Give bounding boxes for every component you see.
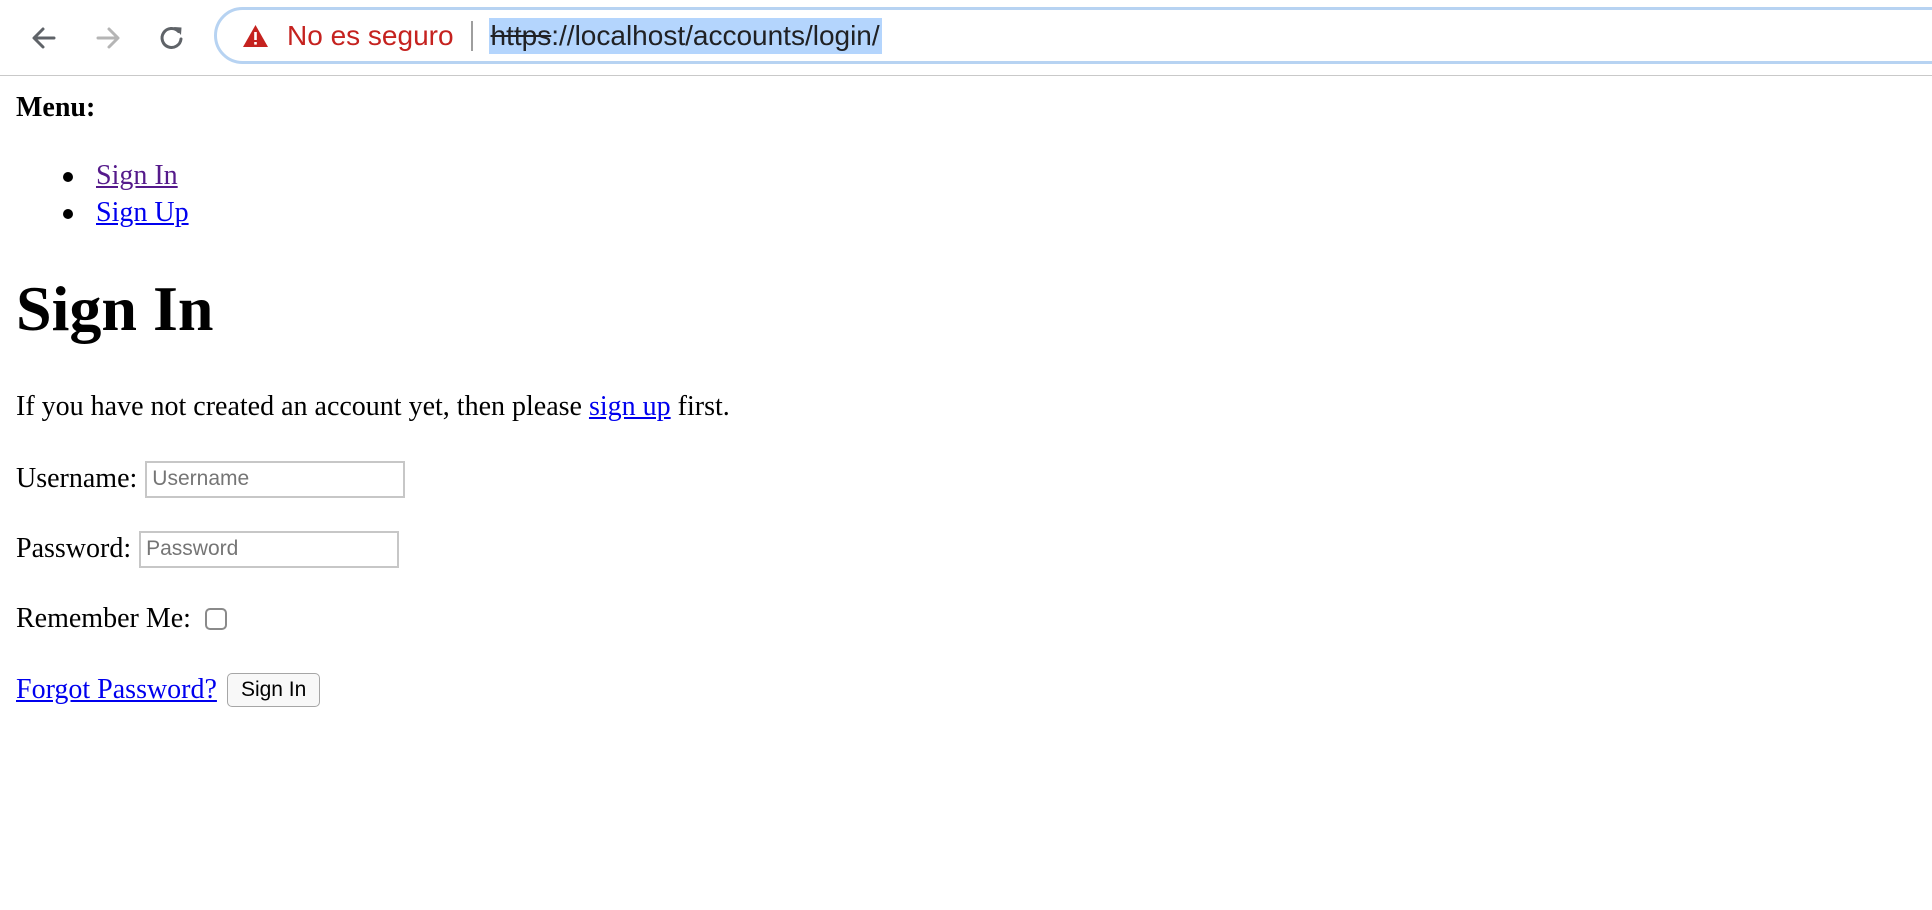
sign-in-link[interactable]: Sign In	[96, 160, 178, 191]
menu-item-sign-in: Sign In	[16, 157, 189, 194]
arrow-right-icon	[92, 22, 124, 54]
arrow-left-icon	[28, 22, 60, 54]
reload-button[interactable]	[150, 16, 194, 60]
security-status-label[interactable]: No es seguro	[287, 20, 454, 52]
remember-row: Remember Me:	[16, 599, 227, 639]
menu-list: Sign In Sign Up	[16, 157, 189, 231]
address-bar[interactable]: No es seguro https://localhost/accounts/…	[214, 7, 1932, 64]
signup-prompt: If you have not created an account yet, …	[16, 390, 730, 424]
menu-heading: Menu:	[16, 92, 96, 123]
warning-triangle-icon	[242, 24, 269, 48]
remember-me-checkbox[interactable]	[204, 608, 227, 630]
reload-icon	[156, 22, 188, 54]
username-row: Username:	[16, 459, 406, 499]
inline-sign-up-link[interactable]: sign up	[589, 391, 671, 422]
back-button[interactable]	[22, 16, 66, 60]
browser-toolbar: No es seguro https://localhost/accounts/…	[0, 0, 1932, 76]
username-input[interactable]	[145, 460, 406, 498]
forward-button[interactable]	[86, 16, 130, 60]
username-label: Username:	[16, 463, 138, 494]
url-text[interactable]: https://localhost/accounts/login/	[488, 17, 882, 54]
url-path: ://localhost/accounts/login/	[551, 19, 880, 51]
submit-row: Forgot Password? Sign In	[16, 670, 321, 710]
password-label: Password:	[16, 533, 132, 564]
sign-up-link[interactable]: Sign Up	[96, 197, 189, 228]
signup-prompt-text-after: first.	[670, 391, 730, 422]
remember-me-label: Remember Me:	[16, 603, 191, 634]
password-row: Password:	[16, 529, 400, 569]
password-input[interactable]	[139, 530, 400, 568]
signup-prompt-text-before: If you have not created an account yet, …	[16, 391, 589, 422]
menu-item-sign-up: Sign Up	[16, 194, 189, 231]
url-scheme: https	[490, 19, 552, 51]
forgot-password-link[interactable]: Forgot Password?	[16, 674, 217, 706]
sign-in-button[interactable]: Sign In	[226, 673, 321, 707]
page-title: Sign In	[16, 273, 214, 344]
address-divider	[470, 20, 473, 51]
